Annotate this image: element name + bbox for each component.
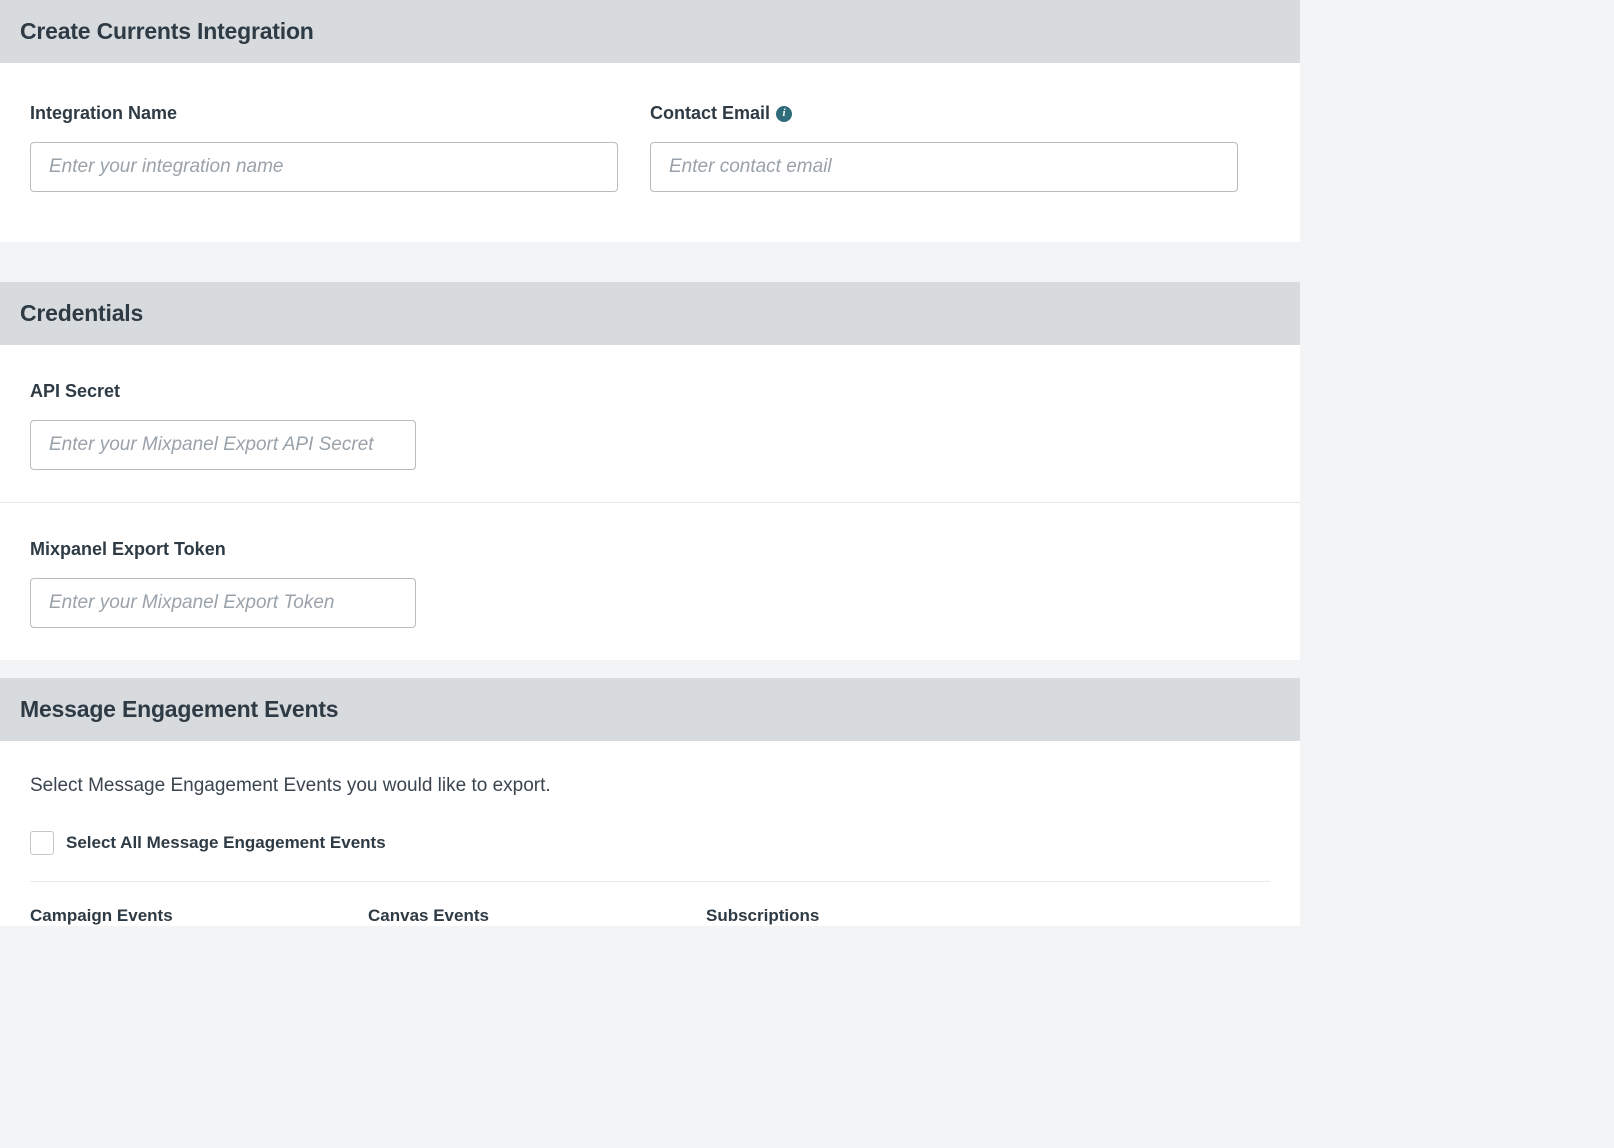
label-integration-name: Integration Name [30, 103, 618, 124]
select-all-label: Select All Message Engagement Events [66, 833, 386, 853]
label-api-secret: API Secret [30, 381, 1270, 402]
integration-name-input[interactable] [30, 142, 618, 192]
contact-email-input[interactable] [650, 142, 1238, 192]
column-campaign-events: Campaign Events [30, 906, 368, 926]
section-gap [0, 242, 1300, 282]
events-title: Message Engagement Events [20, 696, 1280, 723]
field-contact-email: Contact Email i [650, 103, 1238, 192]
section-body-events: Select Message Engagement Events you wou… [0, 741, 1300, 926]
section-body-credentials: API Secret Mixpanel Export Token [0, 345, 1300, 660]
column-subscriptions: Subscriptions [706, 906, 1044, 926]
field-api-secret: API Secret [0, 345, 1300, 503]
export-token-input[interactable] [30, 578, 416, 628]
column-canvas-events: Canvas Events [368, 906, 706, 926]
label-contact-email: Contact Email i [650, 103, 1238, 124]
section-body-create-integration: Integration Name Contact Email i [0, 63, 1300, 242]
page-title: Create Currents Integration [20, 18, 1280, 45]
event-columns: Campaign Events Canvas Events Subscripti… [30, 882, 1270, 926]
credentials-title: Credentials [20, 300, 1280, 327]
section-header-create-integration: Create Currents Integration [0, 0, 1300, 63]
section-header-credentials: Credentials [0, 282, 1300, 345]
field-export-token: Mixpanel Export Token [0, 503, 1300, 660]
events-description: Select Message Engagement Events you wou… [30, 775, 1270, 797]
api-secret-input[interactable] [30, 420, 416, 470]
select-all-row: Select All Message Engagement Events [30, 831, 1270, 882]
select-all-checkbox[interactable] [30, 831, 54, 855]
label-contact-email-text: Contact Email [650, 103, 770, 124]
info-icon[interactable]: i [776, 106, 792, 122]
label-export-token: Mixpanel Export Token [30, 539, 1270, 560]
field-integration-name: Integration Name [30, 103, 618, 192]
section-gap-small [0, 660, 1300, 678]
section-header-events: Message Engagement Events [0, 678, 1300, 741]
